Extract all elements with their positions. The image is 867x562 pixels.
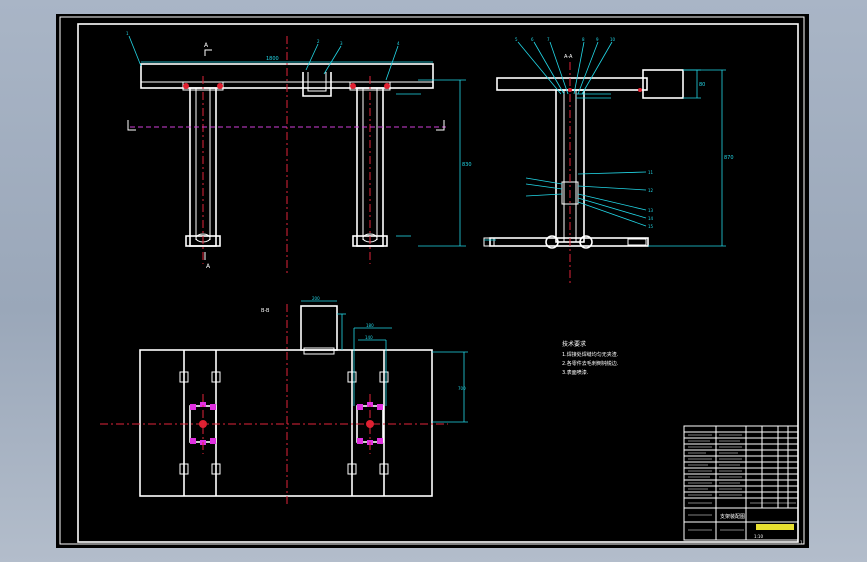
side-box — [642, 69, 684, 99]
plan-view: B-B 200 180 140 700 — [100, 296, 468, 506]
leader-4 — [385, 45, 399, 81]
side-leader-7: 7 — [547, 37, 550, 42]
title-drawing-name: 支架装配图 — [720, 513, 745, 520]
side-leader-10: 10 — [610, 37, 616, 42]
side-beam — [496, 77, 648, 91]
plan-top-box — [300, 305, 338, 351]
notes-heading: 技术要求 — [562, 340, 586, 348]
plan-dim-box: 200 — [312, 296, 320, 301]
leader-3 — [323, 45, 342, 75]
leader-label-3: 3 — [340, 41, 343, 46]
plan-dim-depth: 700 — [458, 386, 466, 391]
leader-label-4: 4 — [397, 41, 400, 46]
notes-line-3: 3.表面喷漆. — [562, 369, 589, 376]
side-dim-box: 80 — [699, 82, 705, 88]
dim-height: 830 — [462, 162, 472, 168]
front-view: A A 1800 830 1 2 3 4 — [126, 31, 472, 276]
side-callout-13: 13 — [648, 208, 654, 213]
side-view-label: A-A — [564, 54, 573, 60]
section-label-bottom: A — [206, 263, 211, 270]
leader-2 — [305, 43, 319, 71]
title-highlight-bar — [756, 524, 794, 530]
plan-dim-a: 180 — [366, 323, 374, 328]
leader-label-1: 1 — [126, 31, 129, 36]
u-channel — [302, 72, 332, 97]
side-callout-15: 15 — [648, 224, 654, 229]
side-leader-8: 8 — [582, 37, 585, 42]
plan-view-label: B-B — [261, 308, 270, 314]
side-callout-11: 11 — [648, 170, 654, 175]
plan-dim-b: 140 — [365, 335, 373, 340]
dim-beam-length: 1800 — [266, 56, 279, 62]
title-block: 支架装配图 1:10 1 — [683, 425, 803, 545]
side-callout-14: 14 — [648, 216, 654, 221]
side-leader-9: 9 — [596, 37, 599, 42]
cad-drawing-viewport[interactable]: A A 1800 830 1 2 3 4 A-A 870 80 5 6 7 8 … — [56, 14, 809, 548]
title-scale: 1:10 — [754, 534, 763, 539]
cad-drawing-canvas: A A 1800 830 1 2 3 4 A-A 870 80 5 6 7 8 … — [59, 16, 805, 545]
notes-line-1: 1.焊接处焊缝均匀无夹渣. — [562, 351, 619, 358]
side-view: A-A 870 80 5 6 7 8 9 10 11 12 13 14 15 — [483, 37, 734, 286]
side-leader-5: 5 — [515, 37, 518, 42]
leader-label-2: 2 — [317, 39, 320, 44]
leader-1 — [128, 35, 142, 67]
technical-notes: 技术要求 1.焊接处焊缝均匀无夹渣. 2.各零件去毛刺倒钝锐边. 3.表面喷漆. — [562, 340, 619, 376]
side-leader-6: 6 — [531, 37, 534, 42]
side-callout-12: 12 — [648, 188, 654, 193]
notes-line-2: 2.各零件去毛刺倒钝锐边. — [562, 360, 619, 367]
section-label-top: A — [204, 42, 209, 49]
side-dim-height: 870 — [724, 155, 734, 161]
